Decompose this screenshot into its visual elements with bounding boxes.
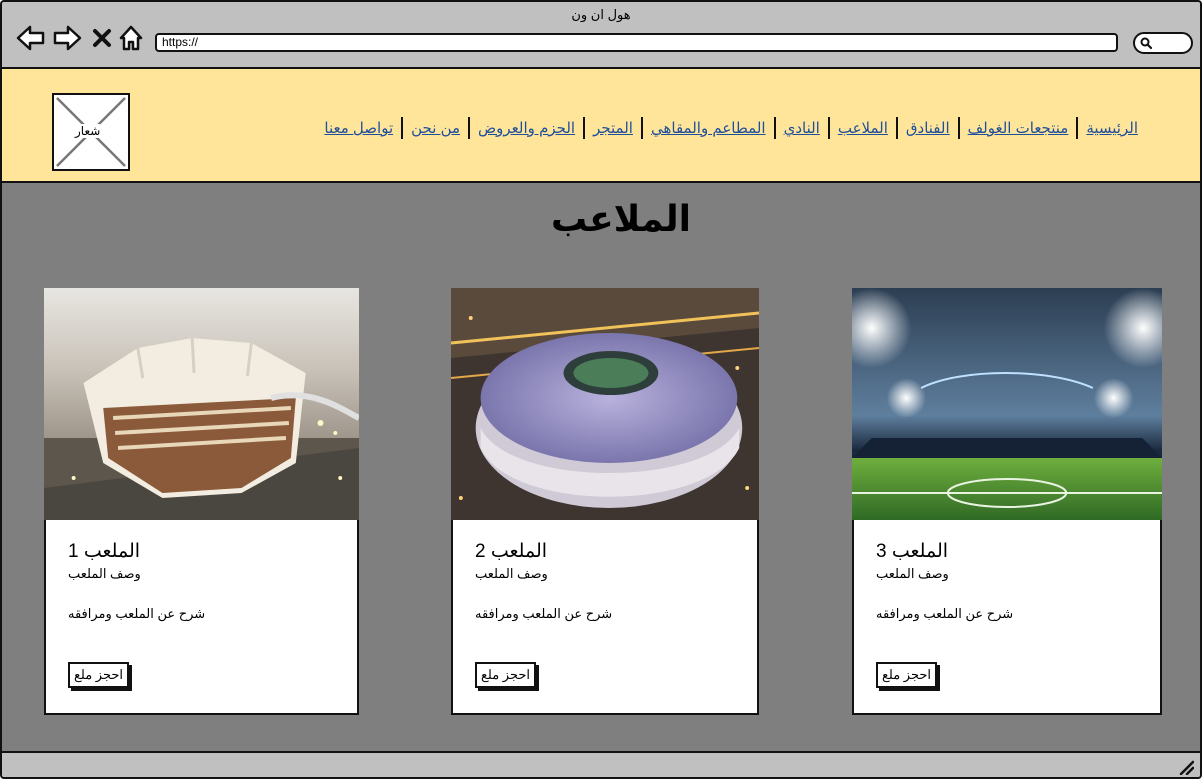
- nav-item-stadiums[interactable]: الملاعب: [838, 119, 888, 137]
- forward-arrow-icon[interactable]: [52, 24, 82, 52]
- site-header: شعار الرئيسية منتجعات الغولف الفنادق الم…: [2, 69, 1200, 183]
- nav-item-contact[interactable]: تواصل معنا: [324, 119, 393, 137]
- stadium-photo: [44, 288, 359, 520]
- status-bar: [2, 751, 1200, 777]
- card-detail: شرح عن الملعب ومرافقه: [68, 606, 206, 621]
- card-subtitle: وصف الملعب: [876, 566, 949, 581]
- nav-divider: [401, 117, 404, 139]
- address-bar[interactable]: https://: [155, 33, 1118, 52]
- card-subtitle: وصف الملعب: [475, 566, 548, 581]
- nav-divider: [583, 117, 586, 139]
- stadium-card: الملعب 2 وصف الملعب شرح عن الملعب ومرافق…: [451, 288, 759, 715]
- stadium-photo: [451, 288, 759, 520]
- card-detail: شرح عن الملعب ومرافقه: [475, 606, 613, 621]
- logo-label: شعار: [73, 124, 103, 138]
- stadium-card: الملعب 3 وصف الملعب شرح عن الملعب ومرافق…: [852, 288, 1162, 715]
- card-title: الملعب 2: [475, 541, 548, 562]
- nav-divider: [468, 117, 471, 139]
- nav-divider: [1076, 117, 1079, 139]
- search-box[interactable]: [1133, 32, 1193, 54]
- nav-divider: [895, 117, 898, 139]
- nav-divider: [827, 117, 830, 139]
- nav-item-restaurants[interactable]: المطاعم والمقاهي: [651, 119, 766, 137]
- stadium-photo: [852, 288, 1162, 520]
- nav-divider: [640, 117, 643, 139]
- resize-grip-icon[interactable]: [1178, 759, 1194, 775]
- browser-toolbar: هول ان ون https://: [2, 2, 1200, 69]
- close-icon[interactable]: [90, 24, 114, 52]
- back-arrow-icon[interactable]: [16, 24, 46, 52]
- window-title: هول ان ون: [571, 7, 631, 22]
- book-stadium-button[interactable]: احجز ملع: [475, 662, 537, 688]
- nav-divider: [957, 117, 960, 139]
- nav-item-packages[interactable]: الحزم والعروض: [478, 119, 575, 137]
- nav-item-hotels[interactable]: الفنادق: [906, 119, 950, 137]
- logo-placeholder[interactable]: شعار: [52, 93, 130, 171]
- main-navigation: الرئيسية منتجعات الغولف الفنادق الملاعب …: [324, 117, 1138, 139]
- book-stadium-button[interactable]: احجز ملع: [68, 662, 130, 688]
- card-title: الملعب 3: [876, 541, 949, 562]
- nav-item-home[interactable]: الرئيسية: [1086, 119, 1138, 137]
- search-icon: [1140, 37, 1152, 49]
- nav-divider: [773, 117, 776, 139]
- browser-window: هول ان ون https:// شعار الرئيسية منتجعات…: [0, 0, 1202, 779]
- nav-item-golf-resorts[interactable]: منتجعات الغولف: [968, 119, 1069, 137]
- nav-item-club[interactable]: النادي: [784, 119, 820, 137]
- nav-item-about[interactable]: من نحن: [411, 119, 460, 137]
- page-title: الملاعب: [550, 198, 692, 239]
- card-title: الملعب 1: [68, 541, 141, 562]
- card-subtitle: وصف الملعب: [68, 566, 141, 581]
- stadium-card: الملعب 1 وصف الملعب شرح عن الملعب ومرافق…: [44, 288, 359, 715]
- book-stadium-button[interactable]: احجز ملع: [876, 662, 938, 688]
- nav-item-shop[interactable]: المتجر: [593, 119, 633, 137]
- card-detail: شرح عن الملعب ومرافقه: [876, 606, 1014, 621]
- home-icon[interactable]: [118, 24, 144, 52]
